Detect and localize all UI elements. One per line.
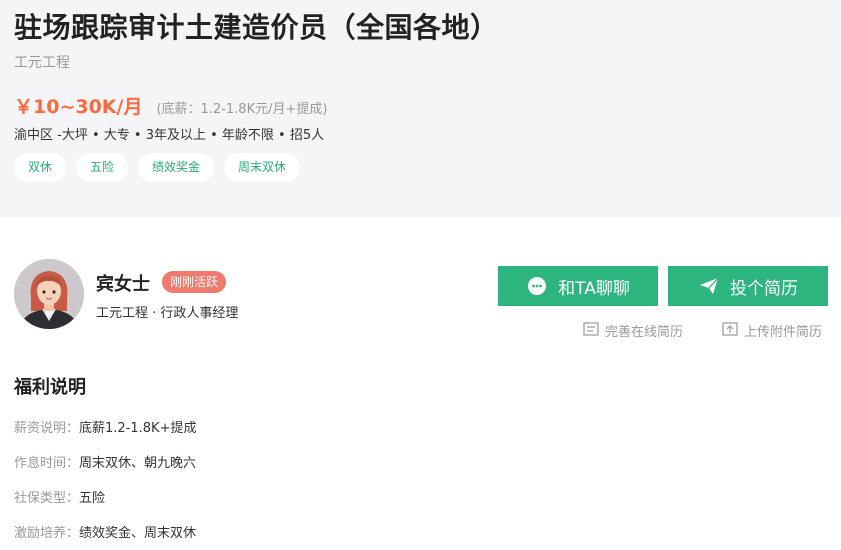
complete-online-resume-link[interactable]: 完善在线简历 — [583, 321, 683, 340]
chat-button-label: 和TA聊聊 — [558, 278, 630, 299]
benefit-value: 五险 — [79, 491, 106, 506]
upload-resume-link[interactable]: 上传附件简历 — [722, 321, 822, 340]
benefit-value: 周末双休、朝九晚六 — [79, 456, 197, 471]
benefit-label: 薪资说明： — [14, 421, 80, 436]
benefit-value: 绩效奖金、周末双休 — [79, 526, 197, 541]
apply-button[interactable]: 投个简历 — [668, 266, 828, 306]
tag-item: 五险 — [76, 153, 129, 182]
status-badge: 刚刚活跃 — [162, 271, 227, 293]
online-resume-label: 完善在线简历 — [605, 325, 684, 340]
company-name[interactable]: 工元工程 — [14, 52, 70, 72]
benefit-label: 激励培养： — [14, 526, 80, 541]
document-icon — [583, 321, 599, 340]
recruiter-title: 工元工程 · 行政人事经理 — [96, 306, 239, 321]
paper-plane-icon — [698, 275, 720, 297]
chat-button[interactable]: 和TA聊聊 — [498, 266, 658, 306]
job-title: 驻场跟踪审计土建造价员（全国各地） — [14, 11, 499, 44]
job-requirements: 渝中区 -大坪 • 大专 • 3年及以上 • 年龄不限 • 招5人 — [14, 128, 325, 143]
job-header: 驻场跟踪审计土建造价员（全国各地） 工元工程 ￥10~30K/月 (底薪：1.2-… — [0, 0, 841, 217]
tag-item: 绩效奖金 — [138, 153, 215, 182]
salary-range: ￥10~30K/月 — [14, 96, 143, 118]
benefit-label: 作息时间： — [14, 456, 80, 471]
recruiter-name: 宾女士 — [96, 274, 150, 295]
base-salary: (底薪：1.2-1.8K元/月+提成) — [156, 102, 328, 117]
benefit-value: 底薪1.2-1.8K+提成 — [79, 421, 197, 436]
benefit-tags: 双休 五险 绩效奖金 周末双休 — [14, 153, 301, 182]
benefit-row: 激励培养：绩效奖金、周末双休 — [14, 522, 196, 541]
benefit-row: 作息时间：周末双休、朝九晚六 — [14, 452, 196, 471]
benefit-row: 薪资说明：底薪1.2-1.8K+提成 — [14, 417, 196, 436]
upload-resume-label: 上传附件简历 — [744, 325, 823, 340]
chat-bubble-icon — [526, 275, 548, 297]
tag-item: 双休 — [14, 153, 67, 182]
benefits-section-title: 福利说明 — [14, 377, 86, 398]
benefit-label: 社保类型： — [14, 491, 80, 506]
upload-icon — [722, 321, 738, 340]
tag-item: 周末双休 — [224, 153, 301, 182]
benefit-row: 社保类型：五险 — [14, 487, 105, 506]
avatar[interactable] — [14, 259, 84, 329]
salary-row: ￥10~30K/月 (底薪：1.2-1.8K元/月+提成) — [14, 92, 327, 119]
apply-button-label: 投个简历 — [730, 278, 798, 299]
